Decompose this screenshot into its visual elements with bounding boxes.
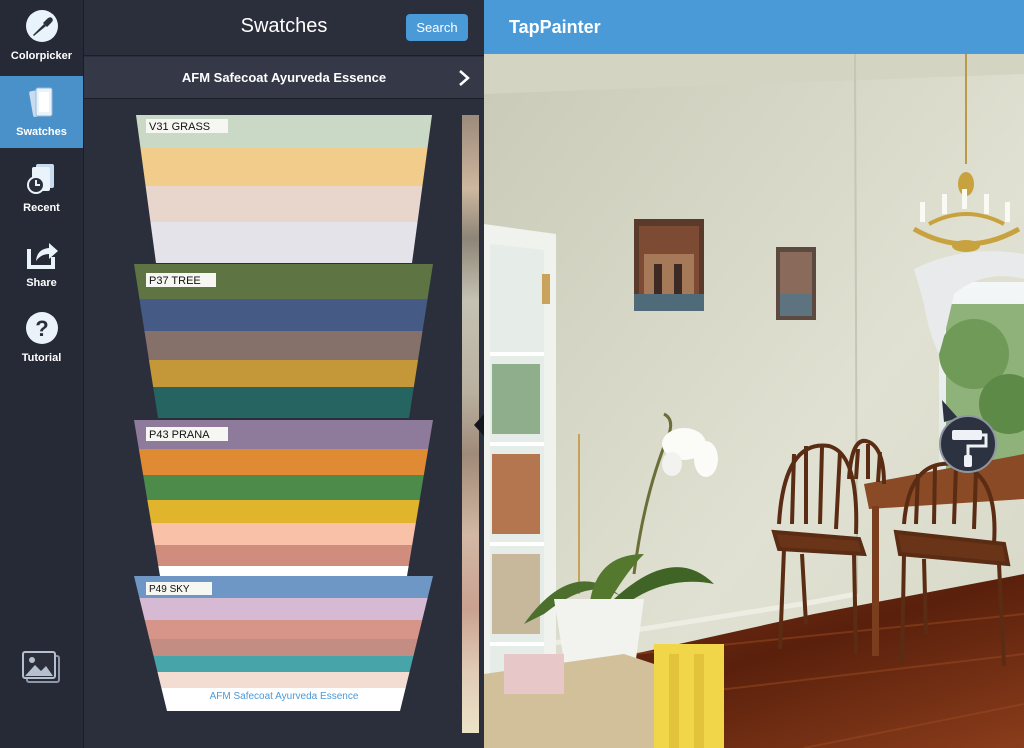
- yellow-chair-slat: [669, 654, 679, 748]
- nav-recent[interactable]: Recent: [0, 152, 83, 224]
- swatch-card-label: V31 GRASS: [149, 121, 210, 133]
- swatch-chip[interactable]: [124, 148, 444, 186]
- nav-label-recent: Recent: [23, 202, 60, 214]
- question-icon: ?: [26, 312, 58, 344]
- swatch-chip[interactable]: [124, 449, 444, 475]
- photo-gallery-icon[interactable]: [22, 650, 62, 686]
- left-nav: Colorpicker Swatches Recent Share ? Tuto: [0, 0, 84, 748]
- nav-share[interactable]: Share: [0, 227, 83, 299]
- nav-label-colorpicker: Colorpicker: [10, 50, 73, 62]
- swatch-chip[interactable]: [124, 299, 444, 331]
- yellow-chair-slat: [694, 654, 704, 748]
- eyedropper-icon: [26, 10, 58, 42]
- swatch-cards-icon: [29, 87, 53, 117]
- swatches-panel: Swatches Search AFM Safecoat Ayurveda Es…: [84, 0, 484, 748]
- app-title: TapPainter: [509, 17, 601, 37]
- nav-label-swatches: Swatches: [16, 126, 67, 138]
- collection-name: AFM Safecoat Ayurveda Essence: [181, 70, 387, 85]
- collection-selector[interactable]: AFM Safecoat Ayurveda Essence: [84, 57, 484, 99]
- swatch-chip[interactable]: [124, 331, 444, 360]
- swatch-chip[interactable]: [124, 656, 444, 672]
- swatch-card-p37-tree[interactable]: [124, 264, 444, 418]
- nav-label-tutorial: Tutorial: [21, 352, 62, 364]
- swatch-chip[interactable]: [124, 672, 444, 688]
- recent-clock-icon: [27, 164, 54, 194]
- panel-header: Swatches Search: [84, 0, 484, 56]
- nav-label-share: Share: [26, 277, 57, 289]
- painting-large: [634, 219, 704, 311]
- swatch-chip[interactable]: [124, 598, 444, 620]
- paint-roller-icon[interactable]: [938, 400, 1000, 476]
- yellow-chair: [654, 644, 724, 748]
- swatch-card-label: P49 SKY: [149, 584, 190, 595]
- panel-divider-arrow: [474, 414, 484, 436]
- swatch-fan[interactable]: V31 GRASS P37 TREE P43 PRANA P49 SKY AFM…: [84, 100, 484, 748]
- swatch-chip[interactable]: [124, 475, 444, 500]
- swatch-card-v31-grass[interactable]: [124, 115, 444, 263]
- nav-tutorial[interactable]: ? Tutorial: [0, 302, 83, 374]
- swatch-card-p43-prana[interactable]: [124, 420, 444, 576]
- swatch-chip[interactable]: [124, 620, 444, 639]
- chevron-right-icon: [459, 70, 470, 86]
- swatch-chip[interactable]: [124, 523, 444, 545]
- swatch-card-label: P37 TREE: [149, 275, 201, 287]
- nav-colorpicker[interactable]: Colorpicker: [0, 0, 83, 72]
- share-icon: [27, 243, 58, 269]
- swatch-chip[interactable]: [124, 186, 444, 222]
- swatch-chip[interactable]: [124, 500, 444, 523]
- swatch-chip[interactable]: [124, 566, 444, 576]
- swatch-card-footer: AFM Safecoat Ayurveda Essence: [210, 691, 359, 702]
- top-bar: TapPainter: [484, 0, 1024, 54]
- swatch-chip[interactable]: [124, 387, 444, 418]
- swatch-card-label: P43 PRANA: [149, 429, 210, 441]
- toy: [504, 654, 564, 694]
- swatch-chip[interactable]: [124, 360, 444, 387]
- painting-small: [776, 247, 816, 320]
- swatch-chip[interactable]: [124, 545, 444, 566]
- swatch-chip[interactable]: [124, 222, 444, 263]
- swatch-chip[interactable]: [124, 639, 444, 656]
- svg-text:?: ?: [35, 316, 48, 341]
- search-button[interactable]: Search: [406, 14, 468, 41]
- nav-swatches[interactable]: Swatches: [0, 76, 83, 148]
